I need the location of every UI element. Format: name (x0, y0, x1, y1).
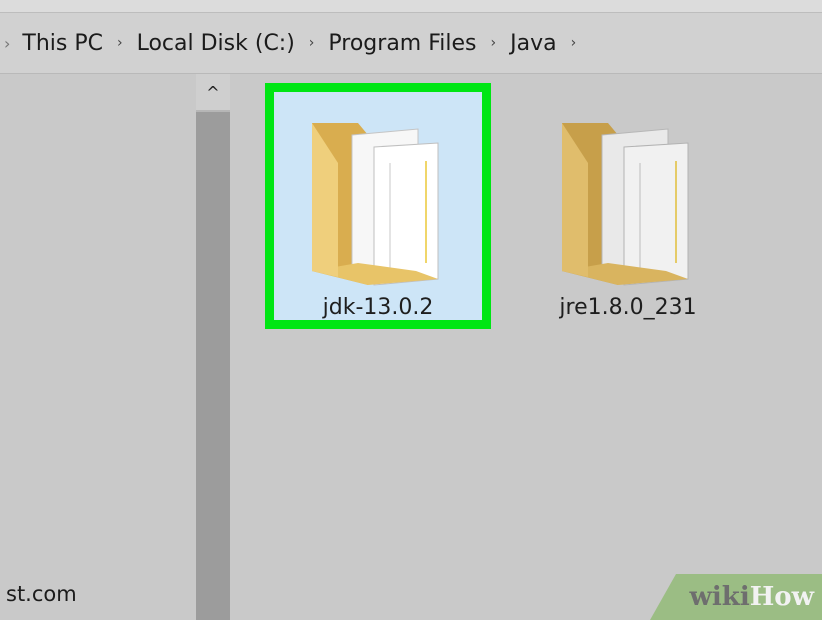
folder-item-jre[interactable]: jre1.8.0_231 (515, 83, 741, 329)
breadcrumb-overflow-chevron-icon[interactable]: › (4, 34, 10, 53)
wikihow-watermark: wiki How (650, 574, 822, 620)
scrollbar-thumb[interactable] (196, 112, 230, 620)
breadcrumb-separator-chevron-icon[interactable]: › (117, 35, 123, 51)
nav-item-partial[interactable]: st.com (6, 582, 77, 606)
breadcrumb-separator-chevron-icon[interactable]: › (491, 35, 497, 51)
breadcrumb-java[interactable]: Java (508, 29, 558, 58)
breadcrumb-separator-chevron-icon[interactable]: › (309, 35, 315, 51)
folder-icon (562, 123, 689, 286)
scroll-up-arrow-icon[interactable]: ^ (196, 74, 230, 110)
navigation-pane[interactable]: st.com (0, 74, 196, 620)
breadcrumb-program-files[interactable]: Program Files (326, 29, 478, 58)
file-list-pane[interactable]: jdk-13.0.2 jre1.8.0_231 (230, 74, 822, 620)
folder-item-jdk[interactable]: jdk-13.0.2 (265, 83, 491, 329)
title-strip (0, 0, 822, 13)
breadcrumb-local-disk[interactable]: Local Disk (C:) (135, 29, 297, 58)
breadcrumb-separator-chevron-icon[interactable]: › (571, 35, 577, 51)
folder-icon (312, 123, 439, 286)
folder-name-label: jdk-13.0.2 (322, 295, 434, 320)
breadcrumb-this-pc[interactable]: This PC (20, 29, 105, 58)
folder-name-label: jre1.8.0_231 (559, 295, 697, 320)
address-bar-breadcrumb[interactable]: › This PC › Local Disk (C:) › Program Fi… (0, 13, 822, 74)
nav-pane-scrollbar[interactable]: ^ (196, 74, 230, 620)
